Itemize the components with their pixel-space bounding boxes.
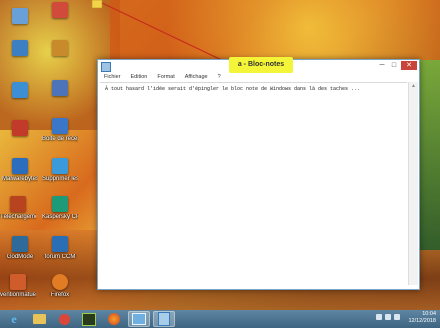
- minimize-button[interactable]: ─: [377, 61, 387, 70]
- app-icon: [12, 120, 28, 136]
- desktop-icon-supprimer-cookies[interactable]: Supprimer les cookies ou l...: [42, 158, 78, 183]
- network-icon: [132, 313, 146, 325]
- menu-edition[interactable]: Edition: [131, 72, 148, 82]
- ie-button[interactable]: e: [3, 311, 25, 327]
- desktop-icon-telechargement[interactable]: Téléchargement: [0, 196, 36, 221]
- app-icon: [58, 313, 70, 325]
- app-icon: [52, 80, 68, 96]
- menu-format[interactable]: Format: [157, 72, 174, 82]
- notepad-taskbar-button[interactable]: [153, 311, 175, 327]
- desktop-icon-1[interactable]: [2, 8, 38, 26]
- firefox-button[interactable]: [103, 311, 125, 327]
- menu-affichage[interactable]: Affichage: [185, 72, 208, 82]
- app-button[interactable]: [53, 311, 75, 327]
- desktop-icon-forum-ccm[interactable]: forum CCM: [42, 236, 78, 261]
- godmode-icon: [12, 236, 28, 252]
- terminal-button[interactable]: [78, 311, 100, 327]
- desktop-icon-godmode[interactable]: GodMode: [2, 236, 38, 261]
- clock-time: 10:04: [422, 311, 436, 317]
- desktop-icon-2[interactable]: [2, 40, 38, 58]
- firefox-icon: [108, 313, 120, 325]
- menu-help[interactable]: ?: [218, 72, 221, 82]
- desktop-icon-boite-reception[interactable]: Boite de réception -...: [42, 118, 78, 143]
- network-tray-icon[interactable]: [394, 314, 400, 320]
- notepad-icon: [158, 312, 170, 326]
- download-folder-icon: [10, 196, 26, 212]
- cookie-shortcut-icon: [52, 158, 68, 174]
- notepad-window[interactable]: ─ □ ✕ Fichier Edition Format Affichage ?…: [97, 59, 420, 290]
- text-editor[interactable]: À tout hasard l'idée serait d'épingler l…: [100, 82, 407, 286]
- firefox-icon: [52, 274, 68, 290]
- ccm-icon: [52, 236, 68, 252]
- desktop-icon-inventionmatuel[interactable]: ventionmatuel ...: [0, 274, 36, 299]
- scroll-up-icon[interactable]: ▲: [409, 82, 418, 90]
- desktop-icon-7[interactable]: [42, 80, 78, 98]
- volume-icon[interactable]: [385, 314, 391, 320]
- desktop-icon-4[interactable]: [2, 120, 38, 138]
- shortcut-icon: [10, 274, 26, 290]
- vertical-scrollbar[interactable]: ▲: [408, 82, 418, 285]
- desktop-icon-malwarebytes[interactable]: Malwarebytes Anti-Malware: [2, 158, 38, 183]
- clock[interactable]: 10:04 12/12/2018: [408, 311, 436, 325]
- settings-icon: [52, 40, 68, 56]
- app-icon: [52, 2, 68, 18]
- menu-fichier[interactable]: Fichier: [104, 72, 121, 82]
- network-icon: [12, 82, 28, 98]
- malwarebytes-icon: [12, 158, 28, 174]
- file-explorer-icon: [32, 314, 46, 324]
- file-explorer-button[interactable]: [28, 311, 50, 327]
- editor-content[interactable]: À tout hasard l'idée serait d'épingler l…: [105, 86, 360, 92]
- desktop-icon-firefox[interactable]: Firefox: [42, 274, 78, 299]
- kaspersky-icon: [52, 196, 68, 212]
- desktop-icon-5[interactable]: [42, 2, 78, 20]
- folder-icon: [12, 8, 28, 24]
- desktop-icon-3[interactable]: [2, 82, 38, 100]
- annotation-callout: a - Bloc-notes: [229, 57, 293, 73]
- mail-icon: [52, 118, 68, 134]
- terminal-icon: [82, 312, 96, 326]
- menu-bar: Fichier Edition Format Affichage ?: [98, 72, 419, 82]
- desktop-icon-kaspersky[interactable]: Kaspersky Cleaner: [42, 196, 78, 221]
- ie-icon: e: [11, 311, 17, 326]
- clock-date: 12/12/2018: [408, 318, 436, 324]
- close-button[interactable]: ✕: [401, 61, 417, 70]
- taskbar: e 10:04 12/12/2018: [0, 310, 440, 328]
- notepad-icon: [101, 62, 111, 72]
- maximize-button[interactable]: □: [389, 61, 399, 70]
- desktop-icon-6[interactable]: [42, 40, 78, 58]
- system-tray: [376, 314, 400, 320]
- network-button[interactable]: [128, 311, 150, 327]
- tray-arrow-icon[interactable]: [376, 314, 382, 320]
- computer-icon: [12, 40, 28, 56]
